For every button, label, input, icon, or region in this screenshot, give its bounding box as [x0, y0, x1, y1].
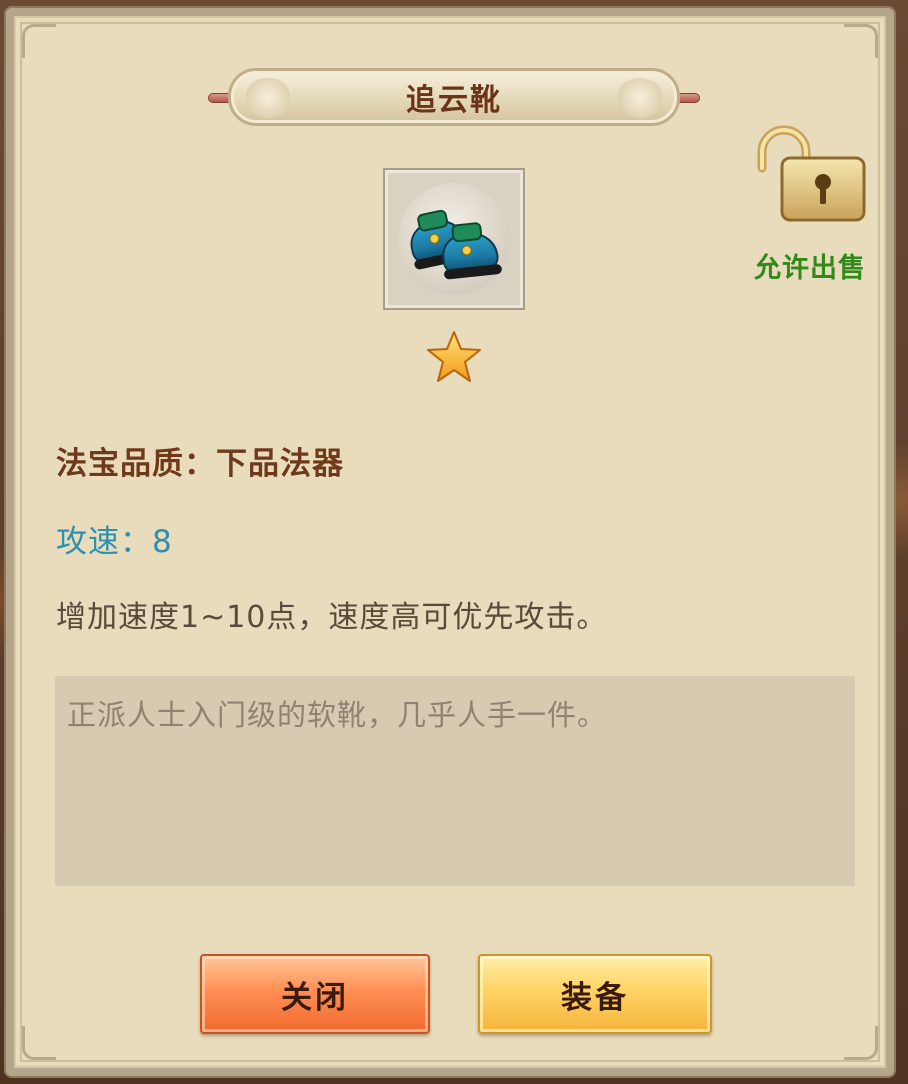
close-button[interactable]: 关闭	[200, 954, 430, 1034]
item-effect-description: 增加速度1~10点，速度高可优先攻击。	[56, 600, 608, 635]
item-title: 追云靴	[406, 83, 502, 118]
star-rating-icon	[427, 331, 481, 382]
allow-sale-label[interactable]: 允许出售	[752, 246, 868, 285]
boots-icon	[398, 183, 510, 295]
panel-corner-ornament	[22, 1026, 56, 1060]
equip-button[interactable]: 装备	[478, 954, 712, 1034]
item-icon-frame	[383, 168, 525, 310]
item-lore-text: 正派人士入门级的软靴，几乎人手一件。	[67, 698, 608, 732]
unlocked-padlock-icon[interactable]	[752, 124, 868, 224]
cloud-swirl-icon	[244, 78, 292, 118]
title-banner: 追云靴	[228, 68, 680, 126]
item-lore-box: 正派人士入门级的软靴，几乎人手一件。	[55, 676, 855, 886]
panel-corner-ornament	[844, 1026, 878, 1060]
item-quality: 法宝品质：下品法器	[56, 446, 344, 482]
panel-corner-ornament	[22, 24, 56, 58]
panel-corner-ornament	[844, 24, 878, 58]
cloud-swirl-icon	[616, 78, 664, 118]
attack-speed-stat: 攻速：8	[56, 524, 173, 560]
